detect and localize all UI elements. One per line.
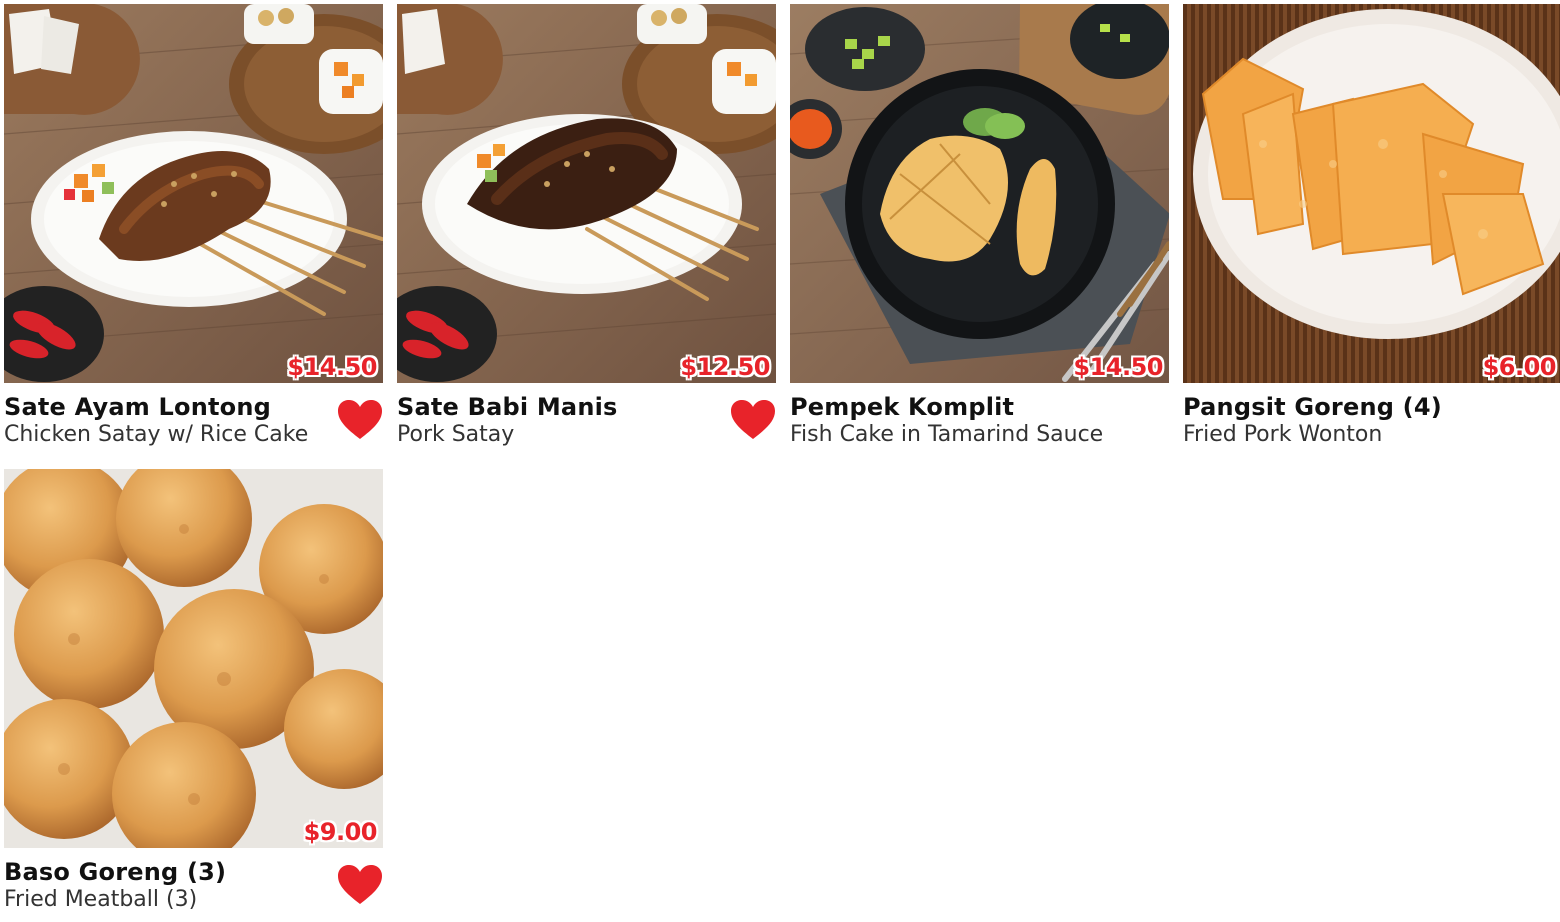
item-description: Pork Satay [397,422,515,447]
item-description: Fried Pork Wonton [1183,422,1383,447]
satay-pork-illustration [397,4,776,383]
heart-icon [731,400,775,439]
price-badge: $14.50 [1073,353,1163,381]
food-photo[interactable]: $14.50 [4,4,383,383]
item-name: Baso Goreng (3) [4,858,227,886]
heart-icon [338,865,382,904]
item-description: Fish Cake in Tamarind Sauce [790,422,1104,447]
item-info: Pangsit Goreng (4) Fried Pork Wonton [1183,383,1560,451]
food-photo[interactable]: $14.50 [790,4,1169,383]
fish-cake-illustration [790,4,1169,383]
menu-item-card[interactable]: $14.50 Sate Ayam Lontong Chicken Satay w… [4,4,383,451]
item-info: Sate Babi Manis Pork Satay [397,383,776,451]
favorite-button[interactable] [337,864,383,906]
item-name: Sate Ayam Lontong [4,393,272,421]
item-description: Chicken Satay w/ Rice Cake [4,422,309,447]
item-info: Sate Ayam Lontong Chicken Satay w/ Rice … [4,383,383,451]
item-info: Baso Goreng (3) Fried Meatball (3) [4,848,383,916]
satay-chicken-illustration [4,4,383,383]
price-badge: $12.50 [680,353,770,381]
menu-item-card[interactable]: $14.50 Pempek Komplit Fish Cake in Tamar… [790,4,1169,451]
item-info: Pempek Komplit Fish Cake in Tamarind Sau… [790,383,1169,451]
favorite-button[interactable] [730,399,776,441]
fried-wonton-illustration [1183,4,1560,383]
item-name: Sate Babi Manis [397,393,618,421]
menu-item-card[interactable]: $9.00 Baso Goreng (3) Fried Meatball (3) [4,469,383,916]
menu-item-card[interactable]: $6.00 Pangsit Goreng (4) Fried Pork Wont… [1183,4,1560,451]
item-description: Fried Meatball (3) [4,887,198,912]
menu-grid: $14.50 Sate Ayam Lontong Chicken Satay w… [4,4,1560,916]
price-badge: $14.50 [287,353,377,381]
price-badge: $9.00 [303,818,378,846]
favorite-button[interactable] [337,399,383,441]
food-photo[interactable]: $6.00 [1183,4,1560,383]
item-name: Pangsit Goreng (4) [1183,393,1442,421]
menu-item-card[interactable]: $12.50 Sate Babi Manis Pork Satay [397,4,776,451]
price-badge: $6.00 [1482,353,1557,381]
food-photo[interactable]: $9.00 [4,469,383,848]
fried-meatball-illustration [4,469,383,848]
item-name: Pempek Komplit [790,393,1015,421]
heart-icon [338,400,382,439]
food-photo[interactable]: $12.50 [397,4,776,383]
